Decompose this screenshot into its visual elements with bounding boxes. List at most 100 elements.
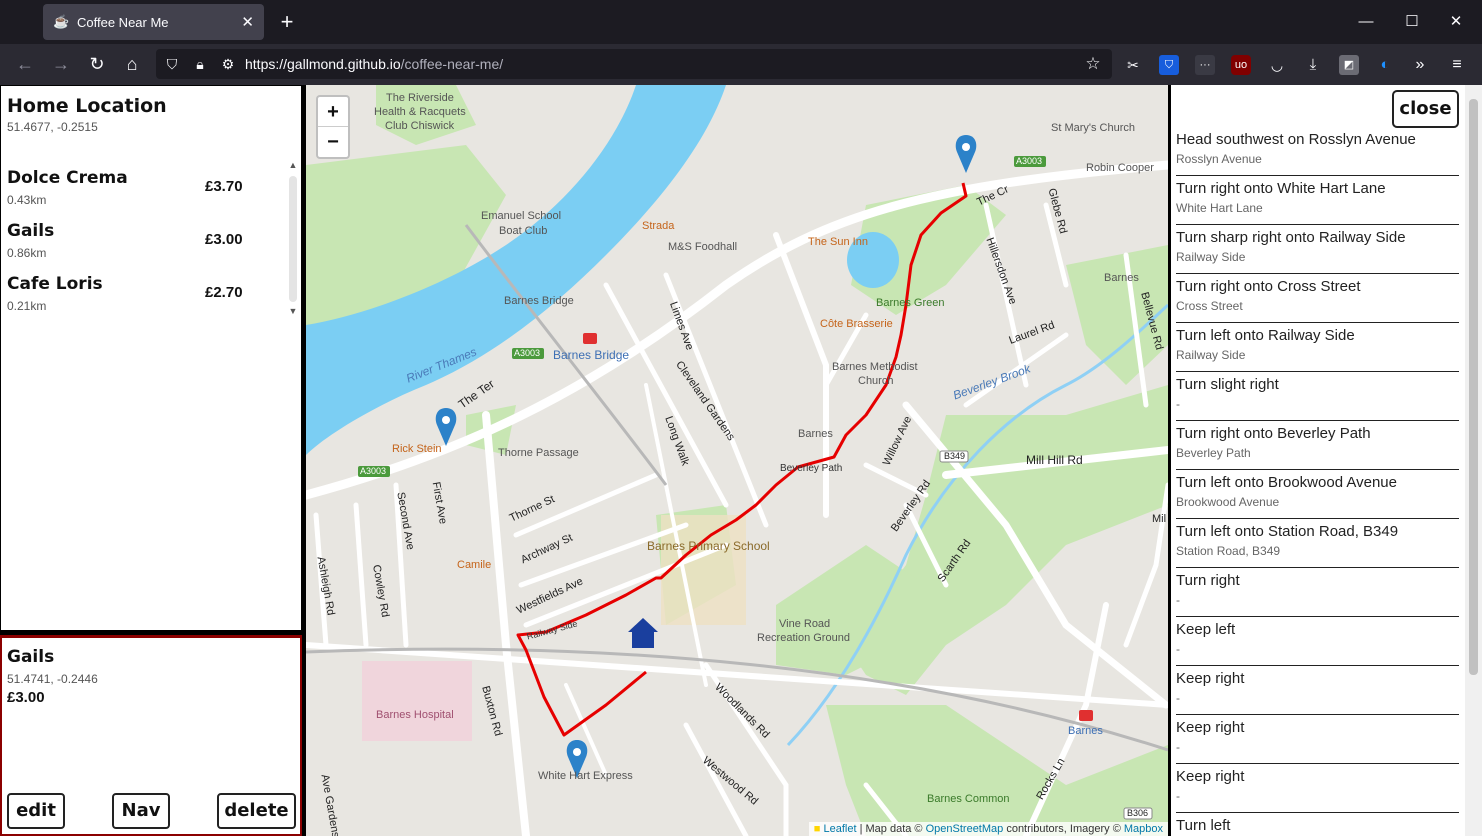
shield-icon[interactable]: ⛉ (162, 54, 182, 74)
maximize-icon[interactable]: ☐ (1392, 8, 1432, 36)
map-label: Mil (1152, 513, 1167, 525)
reload-icon[interactable]: ↻ (83, 50, 111, 78)
selected-shop-name: Gails (7, 647, 55, 667)
direction-step: Keep right - (1176, 764, 1459, 813)
ublock-icon[interactable]: uo (1231, 55, 1251, 75)
shop-item[interactable]: Dolce Crema 0.43km £3.70 (7, 158, 277, 208)
minimize-icon[interactable]: — (1346, 8, 1386, 36)
direction-instruction: Turn sharp right onto Railway Side (1176, 229, 1406, 246)
extension-icon[interactable]: ◩ (1339, 55, 1359, 75)
shop-item[interactable]: Gails 0.86km £3.00 (7, 211, 277, 261)
direction-step: Turn sharp right onto Railway Side Railwa… (1176, 225, 1459, 274)
bitwarden-icon[interactable]: ⛉ (1159, 55, 1179, 75)
permissions-icon[interactable]: ⚙ (218, 54, 238, 74)
zoom-out-button[interactable]: − (318, 127, 348, 157)
map-label: Vine Road (779, 618, 831, 630)
nav-button[interactable]: Nav (112, 793, 170, 829)
directions-scrollbar[interactable] (1465, 85, 1482, 836)
shop-panel: Home Location 51.4677, -0.2515 Dolce Cre… (0, 85, 302, 631)
delete-button[interactable]: delete (217, 793, 296, 829)
scroll-up-icon[interactable]: ▲ (286, 158, 300, 172)
map-label: M&S Foodhall (668, 241, 738, 253)
shop-distance: 0.21km (7, 299, 47, 313)
map-label: The Sun Inn (808, 236, 868, 248)
direction-road: Railway Side (1176, 250, 1246, 264)
map-label: B306 (1127, 808, 1149, 818)
forward-arrow-icon[interactable]: → (47, 50, 75, 78)
mapbox-link[interactable]: Mapbox (1124, 823, 1163, 835)
firefox-account-icon[interactable]: ◐ (1375, 55, 1395, 75)
back-arrow-icon[interactable]: ← (11, 50, 39, 78)
map-label: The Riverside (386, 92, 454, 104)
leaflet-link[interactable]: Leaflet (824, 823, 857, 835)
direction-road: - (1176, 593, 1180, 607)
url-text[interactable]: https://gallmond.github.io/coffee-near-m… (245, 56, 503, 72)
scroll-down-icon[interactable]: ▼ (286, 304, 300, 318)
browser-nav-bar: ← → ↻ ⌂ ⛉ 🔒︎ ⚙ https://gallmond.github.i… (0, 44, 1482, 85)
selected-shop-coords: 51.4741, -0.2446 (7, 672, 98, 686)
direction-step: Turn slight right - (1176, 372, 1459, 421)
bookmark-star-icon[interactable]: ☆ (1083, 54, 1103, 74)
direction-road: Station Road, B349 (1176, 544, 1281, 558)
downloads-icon[interactable]: ⤓ (1303, 55, 1323, 75)
selected-shop-panel: Gails 51.4741, -0.2446 £3.00 edit Nav de… (0, 635, 302, 836)
map-label: Barnes Bridge (553, 348, 630, 362)
map-label: Beverley Path (780, 463, 843, 474)
direction-instruction: Head southwest on Rosslyn Avenue (1176, 131, 1416, 148)
direction-step: Turn right - (1176, 568, 1459, 617)
map-label: St Mary's Church (1051, 122, 1136, 134)
direction-instruction: Turn slight right (1176, 376, 1279, 393)
map-label: Emanuel School (481, 210, 562, 222)
direction-road: Rosslyn Avenue (1176, 152, 1262, 166)
shop-name: Cafe Loris (7, 274, 103, 294)
shop-list-scrollbar[interactable]: ▲ ▼ (286, 158, 300, 320)
direction-instruction: Turn right (1176, 572, 1240, 589)
new-tab-icon[interactable]: + (274, 8, 300, 36)
shop-item[interactable]: Cafe Loris 0.21km £2.70 (7, 264, 277, 314)
close-button[interactable]: close (1392, 90, 1459, 128)
tab-close-icon[interactable]: ✕ (241, 13, 254, 31)
map-label: Barnes Green (876, 297, 945, 309)
map-label: Barnes Bridge (504, 295, 574, 307)
home-coords: 51.4677, -0.2515 (7, 120, 98, 134)
directions-panel: close Head southwest on Rosslyn Avenue Ro… (1171, 85, 1482, 836)
zoom-in-button[interactable]: + (318, 97, 348, 127)
map-label: Club Chiswick (385, 120, 455, 132)
extension-dots-icon[interactable]: ··· (1195, 55, 1215, 75)
direction-road: Railway Side (1176, 348, 1246, 362)
direction-step: Keep right - (1176, 715, 1459, 764)
home-icon[interactable]: ⌂ (118, 50, 146, 78)
map-label: A3003 (1016, 156, 1043, 166)
osm-link[interactable]: OpenStreetMap (926, 823, 1004, 835)
window-close-icon[interactable]: ✕ (1436, 8, 1476, 36)
direction-instruction: Turn right onto White Hart Lane (1176, 180, 1386, 197)
map-label: Health & Racquets (374, 106, 466, 118)
map-label: White Hart Express (538, 770, 633, 782)
edit-button[interactable]: edit (7, 793, 65, 829)
overflow-chevron-icon[interactable]: » (1410, 55, 1430, 75)
map-attribution: ■ Leaflet | Map data © OpenStreetMap con… (808, 822, 1168, 836)
shop-price: £3.70 (205, 178, 243, 195)
direction-instruction: Turn left onto Railway Side (1176, 327, 1355, 344)
url-bar[interactable]: ⛉ 🔒︎ ⚙ https://gallmond.github.io/coffee… (156, 49, 1112, 79)
direction-road: Beverley Path (1176, 446, 1251, 460)
map-label: A3003 (360, 466, 387, 476)
screenshot-icon[interactable]: ✂ (1123, 55, 1143, 75)
directions-list: Head southwest on Rosslyn Avenue Rosslyn … (1176, 127, 1459, 836)
scrollbar-thumb[interactable] (1469, 99, 1478, 675)
lock-icon[interactable]: 🔒︎ (190, 54, 210, 74)
direction-instruction: Turn right onto Beverley Path (1176, 425, 1371, 442)
browser-tab[interactable]: ☕ Coffee Near Me ✕ (43, 4, 264, 40)
direction-instruction: Turn left onto Brookwood Avenue (1176, 474, 1397, 491)
shop-name: Dolce Crema (7, 168, 128, 188)
home-location-title: Home Location (7, 95, 167, 117)
direction-step: Head southwest on Rosslyn Avenue Rosslyn … (1176, 127, 1459, 176)
menu-icon[interactable]: ≡ (1447, 55, 1467, 75)
map-label: Robin Cooper (1086, 162, 1154, 174)
scrollbar-thumb[interactable] (289, 176, 297, 302)
pocket-icon[interactable]: ◡ (1267, 55, 1287, 75)
direction-step: Keep right - (1176, 666, 1459, 715)
map[interactable]: The Riverside Health & Racquets Club Chi… (306, 85, 1168, 836)
map-label: Barnes (1068, 725, 1103, 737)
direction-instruction: Keep right (1176, 670, 1245, 687)
